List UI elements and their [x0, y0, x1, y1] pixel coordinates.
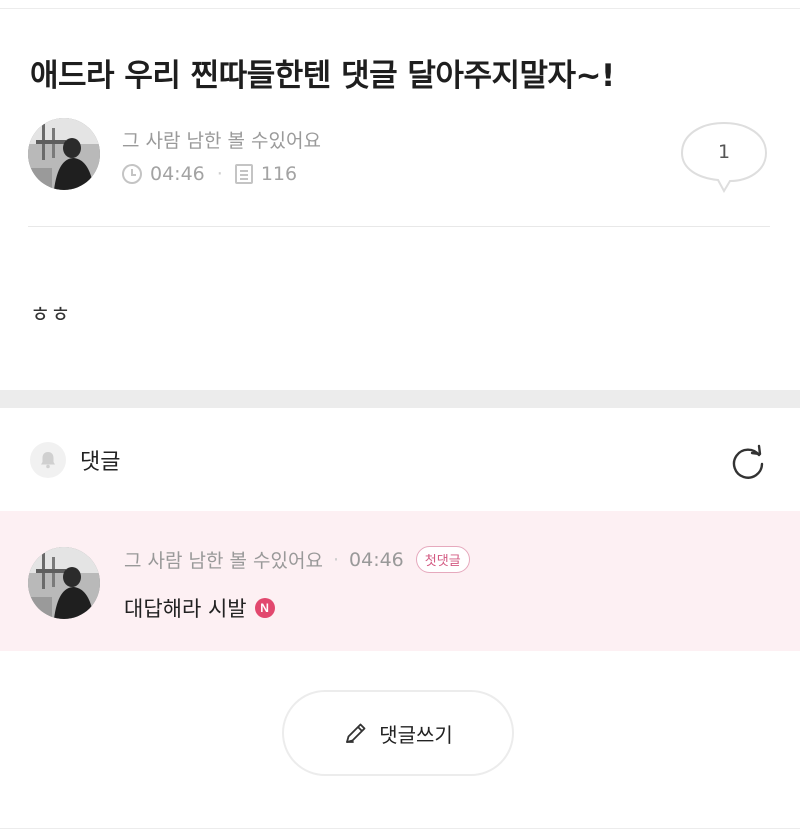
- bell-icon[interactable]: [30, 442, 66, 478]
- post-author-name[interactable]: 그 사람 남한 볼 수있어요: [122, 126, 321, 153]
- comment-count-button[interactable]: 1: [680, 121, 768, 193]
- comment-body: 대답해라 시발: [124, 597, 247, 621]
- post-meta: 04:46 · 116: [122, 163, 297, 185]
- first-comment-badge: 첫댓글: [415, 546, 470, 573]
- clock-icon: [122, 164, 142, 184]
- write-comment-button[interactable]: 댓글쓰기: [282, 690, 514, 776]
- pencil-icon: [343, 720, 369, 746]
- post-views: 116: [260, 163, 298, 185]
- author-avatar[interactable]: [28, 118, 100, 190]
- post-title: 애드라 우리 찐따들한텐 댓글 달아주지말자~!: [30, 58, 615, 94]
- comments-title: 댓글: [80, 450, 121, 475]
- new-badge-icon: N: [254, 598, 275, 618]
- comment-count: 1: [717, 141, 731, 163]
- refresh-icon[interactable]: [728, 442, 768, 482]
- meta-separator: ·: [332, 548, 340, 571]
- commenter-avatar[interactable]: [28, 547, 100, 619]
- write-comment-label: 댓글쓰기: [379, 724, 453, 747]
- comment-item: 그 사람 남한 볼 수있어요 · 04:46 첫댓글 대답해라 시발 N: [0, 511, 800, 651]
- comments-header: 댓글: [30, 442, 120, 478]
- bottom-divider: [0, 828, 800, 829]
- post-time: 04:46: [150, 163, 205, 185]
- comment-time: 04:46: [349, 548, 404, 571]
- comment-text: 대답해라 시발 N: [124, 593, 275, 623]
- post-body: ㅎㅎ: [30, 303, 71, 328]
- post-header-divider: [28, 226, 770, 227]
- top-divider: [0, 8, 800, 9]
- comment-author[interactable]: 그 사람 남한 볼 수있어요: [124, 546, 323, 573]
- section-separator: [0, 390, 800, 408]
- comment-meta: 그 사람 남한 볼 수있어요 · 04:46 첫댓글: [124, 546, 470, 573]
- views-icon: [234, 164, 253, 184]
- meta-separator: ·: [216, 163, 223, 185]
